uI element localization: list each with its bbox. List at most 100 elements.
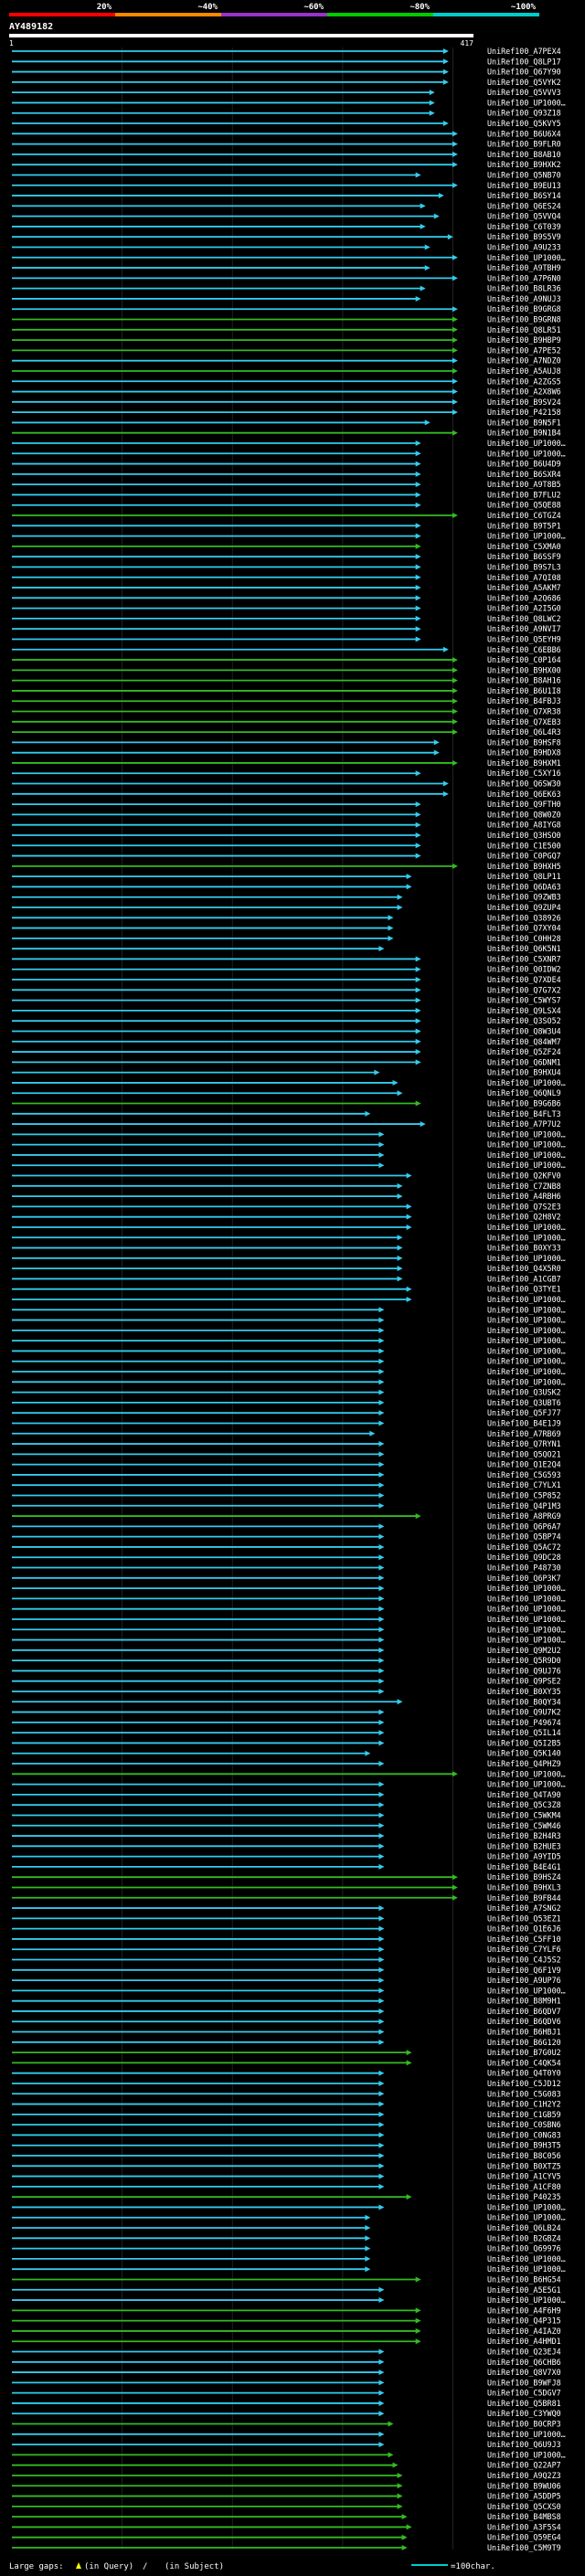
hit-arrow-icon: [452, 1884, 458, 1891]
hit-arrow-icon: [378, 2070, 385, 2076]
hit-label: UniRef100_UP1000…: [487, 1140, 566, 1150]
hit-label: UniRef100_Q5VVQ4: [487, 212, 561, 221]
hit-label: UniRef100_B9N1B4: [487, 429, 561, 438]
hit-arrow-icon: [447, 234, 453, 240]
hit-arrow-icon: [452, 151, 458, 157]
hit-label: UniRef100_Q6LB24: [487, 2223, 561, 2232]
hit-arrow-icon: [378, 1585, 385, 1592]
hit-arrow-icon: [369, 1430, 376, 1436]
hit-arrow-icon: [378, 2204, 385, 2210]
hit-arrow-icon: [378, 1956, 385, 1963]
hit-label: UniRef100_B9HXU4: [487, 1068, 561, 1077]
hit-arrow-icon: [415, 574, 421, 580]
hit-arrow-icon: [378, 2431, 385, 2437]
hit-label: UniRef100_UP1000…: [487, 1305, 566, 1314]
hit-label: UniRef100_UP1000…: [487, 1326, 566, 1335]
hit-label: UniRef100_C5JD12: [487, 2079, 561, 2088]
hit-label: UniRef100_A2X8W6: [487, 387, 561, 397]
hit-arrow-icon: [406, 1286, 412, 1292]
hit-arrow-icon: [378, 1131, 385, 1138]
hit-arrow-icon: [415, 1028, 421, 1034]
query-start-label: 1: [9, 39, 14, 48]
hit-arrow-icon: [442, 48, 449, 54]
hit-arrow-icon: [415, 533, 421, 539]
scale-label: ~60%: [303, 3, 324, 12]
hit-arrow-icon: [397, 1276, 403, 1282]
hit-arrow-icon: [378, 2080, 385, 2086]
hit-label: UniRef100_Q4T0Y0: [487, 2069, 561, 2078]
hit-label: UniRef100_UP1000…: [487, 2254, 566, 2263]
hit-label: UniRef100_A9TBH9: [487, 263, 561, 272]
hit-label: UniRef100_Q4X5R0: [487, 1264, 561, 1273]
hit-arrow-icon: [452, 677, 458, 684]
hit-arrow-icon: [415, 2338, 421, 2345]
hit-arrow-icon: [442, 69, 449, 75]
hit-label: UniRef100_B6QDV6: [487, 2017, 561, 2026]
hit-label: UniRef100_C5DGV7: [487, 2389, 561, 2398]
hit-label: UniRef100_Q9UJ76: [487, 1666, 561, 1675]
scale-label: ~80%: [410, 3, 430, 12]
hit-arrow-icon: [378, 1554, 385, 1561]
hit-label: UniRef100_Q5FJ77: [487, 1408, 561, 1417]
hit-label: UniRef100_B9HSF8: [487, 737, 561, 747]
hit-arrow-icon: [365, 2214, 371, 2221]
hit-arrow-icon: [378, 1925, 385, 1932]
hit-label: UniRef100_C6TGZ4: [487, 511, 561, 520]
hit-arrow-icon: [415, 543, 421, 549]
hit-arrow-icon: [401, 2514, 408, 2520]
hit-arrow-icon: [452, 729, 458, 736]
hit-label: UniRef100_C0PGQ7: [487, 852, 561, 861]
hit-arrow-icon: [452, 513, 458, 519]
hit-label: UniRef100_UP1000…: [487, 2213, 566, 2222]
hit-arrow-icon: [378, 2008, 385, 2014]
hit-arrow-icon: [378, 1574, 385, 1581]
hit-label: UniRef100_Q69976: [487, 2244, 561, 2253]
hit-arrow-icon: [378, 1616, 385, 1622]
hit-label: UniRef100_B9WU06: [487, 2481, 561, 2490]
hit-label: UniRef100_Q9ZWB3: [487, 893, 561, 902]
hit-label: UniRef100_B9HXK2: [487, 160, 561, 169]
hit-arrow-icon: [397, 905, 403, 911]
hit-label: UniRef100_B6SSF9: [487, 552, 561, 561]
hit-label: UniRef100_UP1000…: [487, 449, 566, 458]
hit-arrow-icon: [365, 2245, 371, 2252]
hit-label: UniRef100_UP1000…: [487, 1615, 566, 1624]
hit-label: UniRef100_C6EBB6: [487, 645, 561, 654]
hit-label: UniRef100_B8AB10: [487, 150, 561, 159]
hit-label: UniRef100_Q5KVY5: [487, 119, 561, 128]
hit-arrow-icon: [378, 1348, 385, 1354]
hit-arrow-icon: [378, 1998, 385, 2004]
hit-arrow-icon: [415, 471, 421, 477]
hit-label: UniRef100_C4QK54: [487, 2058, 561, 2067]
hit-arrow-icon: [378, 2029, 385, 2035]
hit-arrow-icon: [378, 1802, 385, 1808]
hit-label: UniRef100_UP1000…: [487, 1336, 566, 1345]
hit-label: UniRef100_B9HSZ4: [487, 1872, 561, 1882]
hit-arrow-icon: [378, 1668, 385, 1674]
hit-arrow-icon: [378, 2286, 385, 2293]
hit-arrow-icon: [452, 367, 458, 374]
hit-label: UniRef100_Q53EZ1: [487, 1913, 561, 1923]
hit-label: UniRef100_Q6QNL9: [487, 1088, 561, 1097]
hit-arrow-icon: [378, 2400, 385, 2406]
identity-scale: 20% ~40% ~60% ~80% ~100%: [9, 3, 539, 16]
hit-arrow-icon: [415, 440, 421, 446]
hit-arrow-icon: [378, 1637, 385, 1643]
scale-segment: [327, 13, 433, 16]
hit-label: UniRef100_A7PE52: [487, 345, 561, 355]
hit-label: UniRef100_B7FLU2: [487, 490, 561, 499]
hit-label: UniRef100_B0XY35: [487, 1687, 561, 1696]
hit-arrow-icon: [415, 770, 421, 777]
hit-label: UniRef100_B9HXH5: [487, 862, 561, 871]
hit-arrow-icon: [378, 1502, 385, 1509]
hit-arrow-icon: [378, 1988, 385, 1994]
hit-label: UniRef100_B0XY33: [487, 1244, 561, 1253]
hit-label: UniRef100_A9U233: [487, 242, 561, 251]
hit-arrow-icon: [415, 956, 421, 962]
hit-arrow-icon: [374, 1069, 380, 1076]
hit-arrow-icon: [378, 1389, 385, 1395]
hit-label: UniRef100_P40235: [487, 2192, 561, 2201]
hit-arrow-icon: [415, 997, 421, 1003]
hit-arrow-icon: [415, 1100, 421, 1107]
scale-segment: [433, 13, 539, 16]
